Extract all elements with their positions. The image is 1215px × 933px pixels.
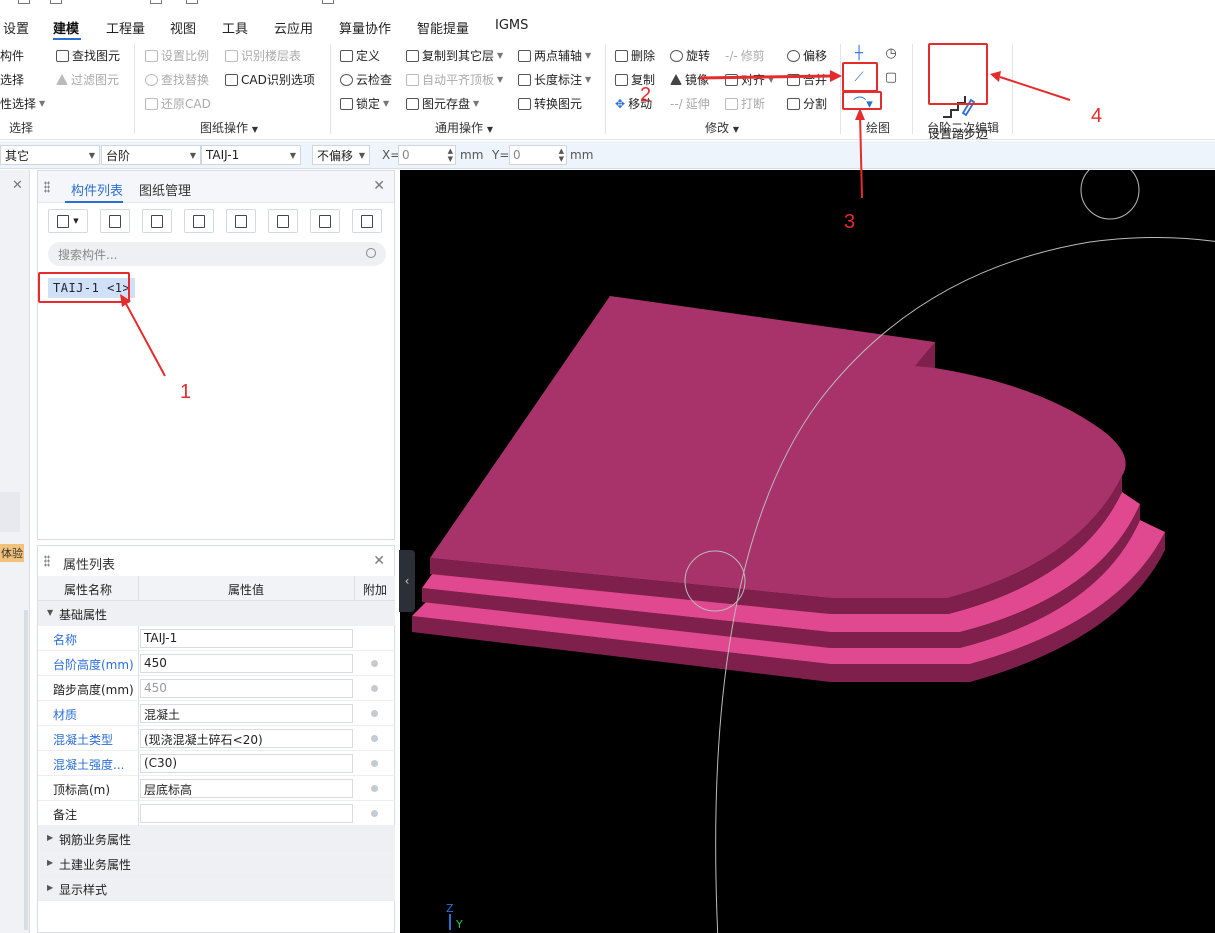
annotation-4: 4 [1091,105,1103,127]
arrow-4 [999,76,1071,101]
arrowhead-1 [120,294,131,307]
annotation-2: 2 [640,84,652,106]
arrow-1 [123,299,166,377]
annotation-3: 3 [844,211,856,233]
arrow-2 [699,74,833,80]
arrow-3 [859,113,863,199]
annotation-layer [120,70,1071,377]
arrowhead-2 [830,70,842,82]
arrowhead-3 [855,108,865,120]
annotation-1: 1 [180,381,192,403]
arrowhead-4 [990,71,1001,82]
